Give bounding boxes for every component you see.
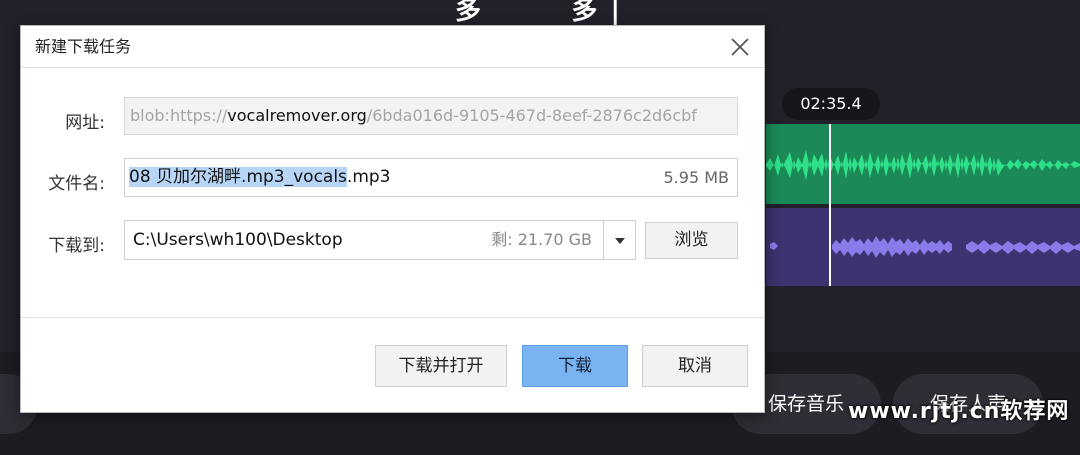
free-space: 剩: 21.70 GB [491, 230, 592, 249]
filename-extension: .mp3 [346, 167, 391, 187]
dialog-divider [21, 317, 764, 318]
download-and-open-button[interactable]: 下载并打开 [375, 345, 507, 387]
destination-path: C:\Users\wh100\Desktop [133, 230, 343, 250]
destination-label: 下载到: [48, 236, 105, 256]
download-button[interactable]: 下载 [522, 345, 628, 387]
url-domain: vocalremover.org [227, 106, 367, 125]
chevron-down-icon [615, 238, 625, 244]
destination-path-field[interactable]: C:\Users\wh100\Desktop 剩: 21.70 GB [124, 220, 605, 260]
close-icon[interactable] [728, 35, 752, 59]
playhead-timestamp: 02:35.4 [782, 88, 880, 120]
music-waveform [770, 236, 1080, 258]
cancel-button[interactable]: 取消 [642, 345, 748, 387]
vocal-waveform [766, 150, 1080, 180]
filename-label: 文件名: [48, 174, 105, 194]
url-suffix: /6bda016d-9105-467d-8eef-2876c2d6cbf [366, 106, 697, 125]
url-prefix: blob:https:// [130, 106, 228, 125]
filename-field[interactable]: 08 贝加尔湖畔.mp3_vocals.mp3 5.95 MB [124, 158, 738, 197]
url-label: 网址: [65, 113, 105, 133]
app-title-fragment: 多 多 | [455, 0, 622, 26]
music-track[interactable] [766, 208, 1080, 286]
site-watermark: www.rjtj.cn软荐网 [848, 399, 1070, 424]
file-size: 5.95 MB [663, 168, 730, 187]
playhead-line[interactable] [829, 124, 831, 286]
new-download-dialog: 新建下载任务 网址: blob:https://vocalremover.org… [20, 25, 765, 413]
vocal-track[interactable] [766, 124, 1080, 204]
dialog-titlebar: 新建下载任务 [21, 26, 764, 68]
url-field[interactable]: blob:https://vocalremover.org/6bda016d-9… [124, 97, 738, 135]
destination-dropdown-button[interactable] [603, 220, 636, 260]
browse-button[interactable]: 浏览 [645, 222, 738, 259]
dialog-title: 新建下载任务 [35, 37, 132, 56]
filename-selected-text: 08 贝加尔湖畔.mp3_vocals [129, 167, 347, 187]
